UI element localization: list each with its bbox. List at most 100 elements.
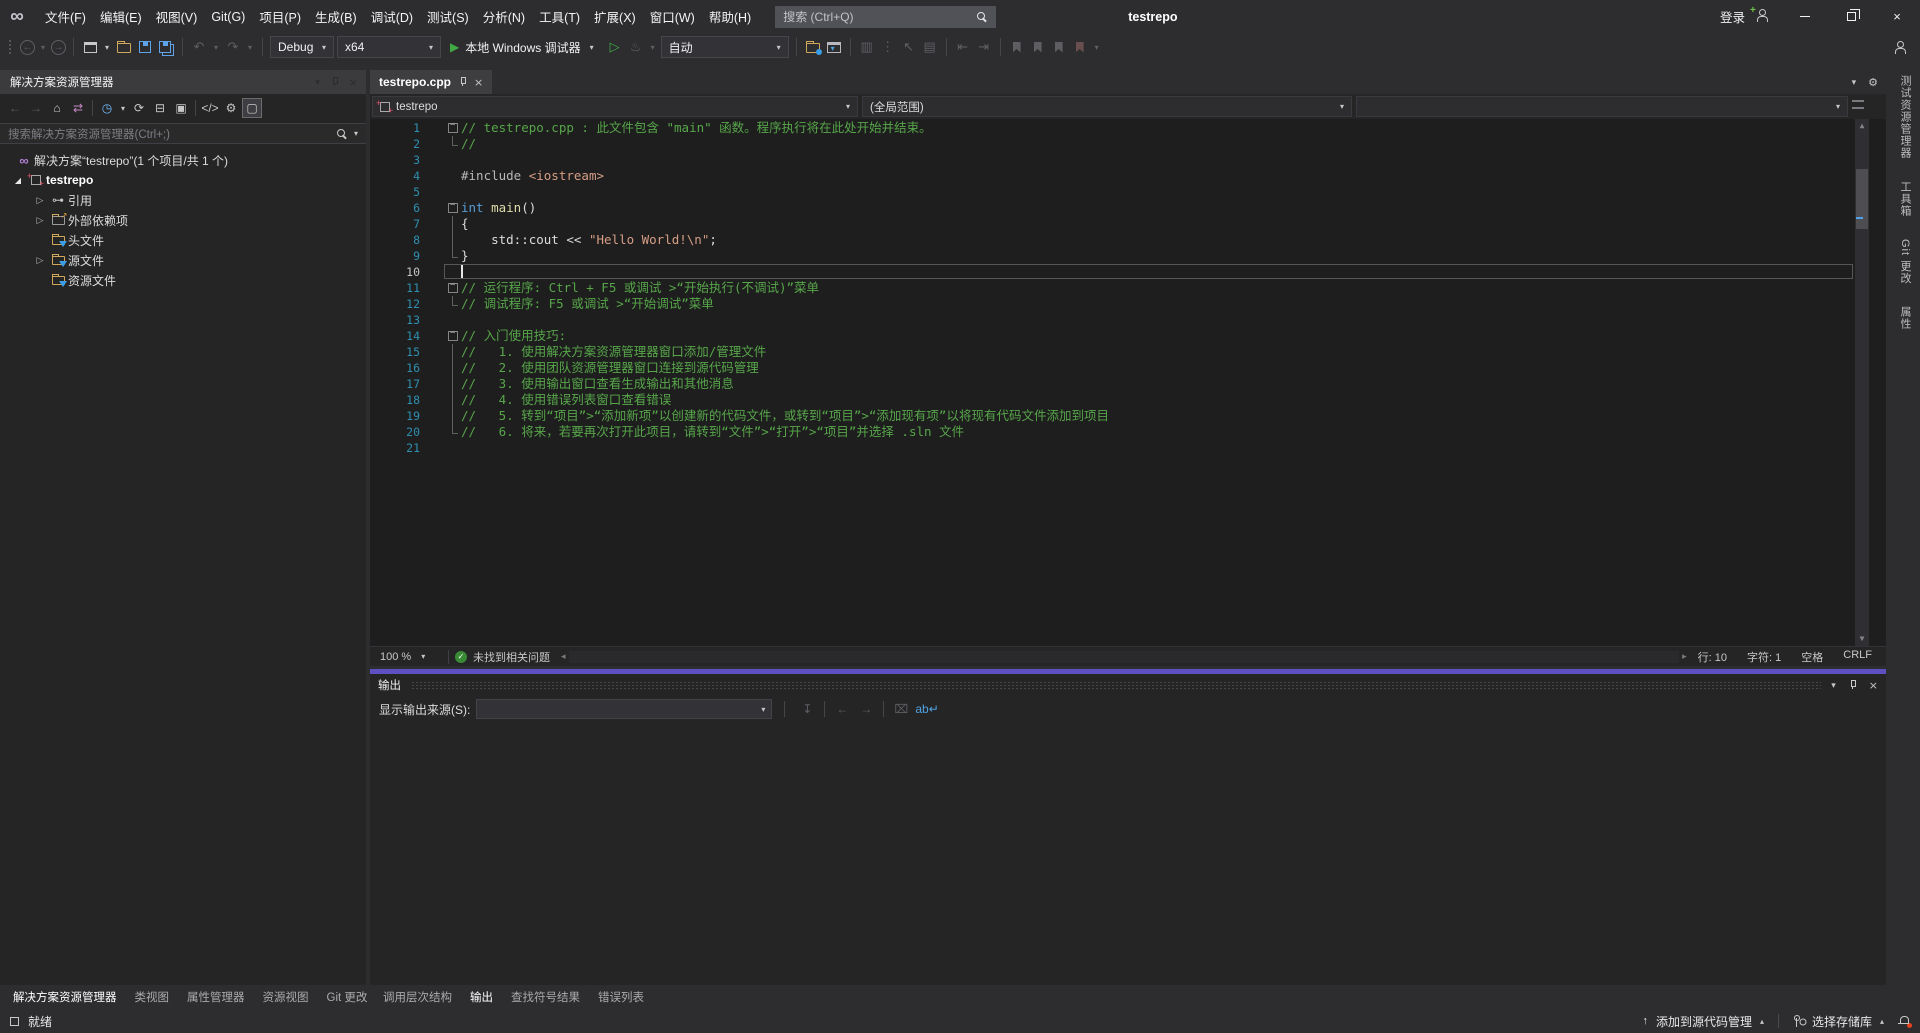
tree-item-引用[interactable]: ▷⊶引用: [0, 190, 366, 210]
solution-search-input[interactable]: 搜索解决方案资源管理器(Ctrl+;) ▾: [0, 123, 366, 144]
horizontal-scrollbar[interactable]: ◂ ▸: [558, 650, 1690, 664]
scope-dropdown[interactable]: (全局范围) ▾: [862, 96, 1352, 117]
column-guides-icon[interactable]: ⋮: [879, 37, 897, 57]
eol-indicator[interactable]: CRLF: [1843, 649, 1872, 665]
tab-资源视图[interactable]: 资源视图: [254, 985, 318, 1009]
new-project-icon[interactable]: [81, 37, 99, 57]
code-line-2[interactable]: 2//: [370, 136, 1886, 152]
menu-item-10[interactable]: 扩展(X): [587, 0, 643, 33]
right-tab-Git 更改[interactable]: Git 更改: [1897, 239, 1913, 284]
right-tab-测试资源管理器[interactable]: 测试资源管理器: [1897, 75, 1913, 159]
redo-icon[interactable]: ↷: [224, 37, 242, 57]
code-line-18[interactable]: 18// 4. 使用错误列表窗口查看错误: [370, 392, 1886, 408]
chevron-up-icon[interactable]: ▴: [1760, 1017, 1764, 1026]
code-line-6[interactable]: 6int main(): [370, 200, 1886, 216]
paste-icon[interactable]: ▤: [921, 37, 939, 57]
performance-icon[interactable]: ▥: [858, 37, 876, 57]
close-button[interactable]: ×: [1874, 0, 1920, 33]
word-wrap-icon[interactable]: ab↵: [915, 699, 938, 719]
chevron-down-icon[interactable]: ▾: [648, 43, 658, 52]
hot-reload-icon[interactable]: ♨: [627, 37, 645, 57]
decrease-indent-icon[interactable]: ⇤: [954, 37, 972, 57]
menu-item-4[interactable]: 项目(P): [252, 0, 308, 33]
feedback-icon[interactable]: [1893, 41, 1906, 54]
quick-search-input[interactable]: 搜索 (Ctrl+Q): [775, 6, 996, 28]
code-line-12[interactable]: 12// 调试程序: F5 或调试 >“开始调试”菜单: [370, 296, 1886, 312]
add-to-source-control-button[interactable]: 添加到源代码管理: [1656, 1013, 1752, 1030]
start-debugging-button[interactable]: ▶本地 Windows 调试器▾: [444, 36, 603, 58]
previous-bookmark-icon[interactable]: [1029, 37, 1047, 57]
scroll-right-icon[interactable]: ▸: [1679, 651, 1690, 662]
menu-item-6[interactable]: 调试(D): [364, 0, 420, 33]
sign-in-button[interactable]: 登录: [1720, 7, 1745, 26]
menu-item-11[interactable]: 窗口(W): [643, 0, 702, 33]
drag-grip[interactable]: [411, 681, 1821, 691]
collapsed-arrow-icon[interactable]: ▷: [32, 255, 48, 266]
chevron-down-icon[interactable]: ▾: [38, 43, 48, 52]
code-line-20[interactable]: 20// 6. 将来，若要再次打开此项目，请转到“文件”>“打开”>“项目”并选…: [370, 424, 1886, 440]
code-line-13[interactable]: 13: [370, 312, 1886, 328]
code-line-5[interactable]: 5: [370, 184, 1886, 200]
code-line-4[interactable]: 4#include <iostream>: [370, 168, 1886, 184]
sync-with-active-document-icon[interactable]: ⇄: [68, 98, 88, 118]
code-line-7[interactable]: 7{: [370, 216, 1886, 232]
zoom-dropdown[interactable]: 100 % ▾: [376, 651, 442, 663]
back-icon[interactable]: ←: [5, 98, 25, 118]
refresh-icon[interactable]: ⟳: [129, 98, 149, 118]
right-tab-工具箱[interactable]: 工具箱: [1897, 181, 1913, 217]
menu-item-9[interactable]: 工具(T): [532, 0, 587, 33]
code-line-8[interactable]: 8 std::cout << "Hello World!\n";: [370, 232, 1886, 248]
chevron-down-icon[interactable]: ▾: [118, 104, 128, 113]
code-line-15[interactable]: 15// 1. 使用解决方案资源管理器窗口添加/管理文件: [370, 344, 1886, 360]
scroll-left-icon[interactable]: ◂: [558, 651, 569, 662]
solution-platforms-dropdown[interactable]: x64▾: [337, 36, 441, 58]
save-icon[interactable]: [136, 37, 154, 57]
forward-icon[interactable]: →: [26, 98, 46, 118]
output-content[interactable]: [370, 722, 1886, 985]
tab-调用层次结构[interactable]: 调用层次结构: [374, 985, 461, 1009]
spaces-indicator[interactable]: 空格: [1801, 649, 1823, 665]
account-button[interactable]: +: [1755, 9, 1768, 25]
split-window-handle[interactable]: [1852, 100, 1864, 109]
next-message-icon[interactable]: →: [856, 699, 876, 719]
collapse-all-icon[interactable]: ⊟: [150, 98, 170, 118]
view-code-icon[interactable]: </>: [200, 98, 220, 118]
previous-message-icon[interactable]: ←: [832, 699, 852, 719]
fold-collapse-icon[interactable]: [448, 123, 458, 133]
navigate-back-icon[interactable]: ←: [20, 40, 35, 55]
solution-explorer-header[interactable]: 解决方案资源管理器 ▾ ×: [0, 70, 366, 94]
collapsed-arrow-icon[interactable]: ▷: [32, 215, 48, 226]
chevron-down-icon[interactable]: ▾: [211, 43, 221, 52]
code-line-14[interactable]: 14// 入门使用技巧:: [370, 328, 1886, 344]
tree-item-资源文件[interactable]: 资源文件: [0, 270, 366, 290]
select-icon[interactable]: ↖: [900, 37, 918, 57]
tab-解决方案资源管理器[interactable]: 解决方案资源管理器: [4, 985, 126, 1009]
scroll-down-icon[interactable]: ▼: [1855, 632, 1869, 646]
tree-item-头文件[interactable]: 头文件: [0, 230, 366, 250]
chevron-down-icon[interactable]: ▾: [315, 77, 320, 88]
messages-icon[interactable]: ↧: [797, 699, 817, 719]
menu-item-7[interactable]: 测试(S): [420, 0, 476, 33]
code-line-16[interactable]: 16// 2. 使用团队资源管理器窗口连接到源代码管理: [370, 360, 1886, 376]
tab-属性管理器[interactable]: 属性管理器: [178, 985, 254, 1009]
menu-item-0[interactable]: 文件(F): [38, 0, 93, 33]
close-icon[interactable]: ×: [349, 76, 358, 89]
code-line-1[interactable]: 1// testrepo.cpp : 此文件包含 "main" 函数。程序执行将…: [370, 120, 1886, 136]
menu-item-3[interactable]: Git(G): [204, 0, 252, 33]
chevron-down-icon[interactable]: ▾: [1852, 77, 1857, 88]
output-source-dropdown[interactable]: ▾: [476, 699, 772, 719]
menu-item-5[interactable]: 生成(B): [308, 0, 364, 33]
menu-item-8[interactable]: 分析(N): [476, 0, 532, 33]
save-all-icon[interactable]: [157, 37, 175, 57]
find-in-files-icon[interactable]: [804, 37, 822, 57]
restore-button[interactable]: [1828, 0, 1874, 33]
code-line-19[interactable]: 19// 5. 转到“项目”>“添加新项”以创建新的代码文件，或转到“项目”>“…: [370, 408, 1886, 424]
scrollbar-thumb[interactable]: [1856, 169, 1868, 229]
pending-changes-filter-icon[interactable]: ◷: [97, 98, 117, 118]
pin-icon[interactable]: [458, 77, 467, 87]
solution-node[interactable]: ∞ 解决方案“testrepo”(1 个项目/共 1 个): [0, 150, 366, 170]
close-icon[interactable]: ×: [474, 76, 483, 89]
show-all-files-icon[interactable]: ▣: [171, 98, 191, 118]
close-icon[interactable]: ×: [1869, 679, 1878, 692]
vertical-scrollbar[interactable]: ▲ ▼: [1855, 119, 1869, 646]
